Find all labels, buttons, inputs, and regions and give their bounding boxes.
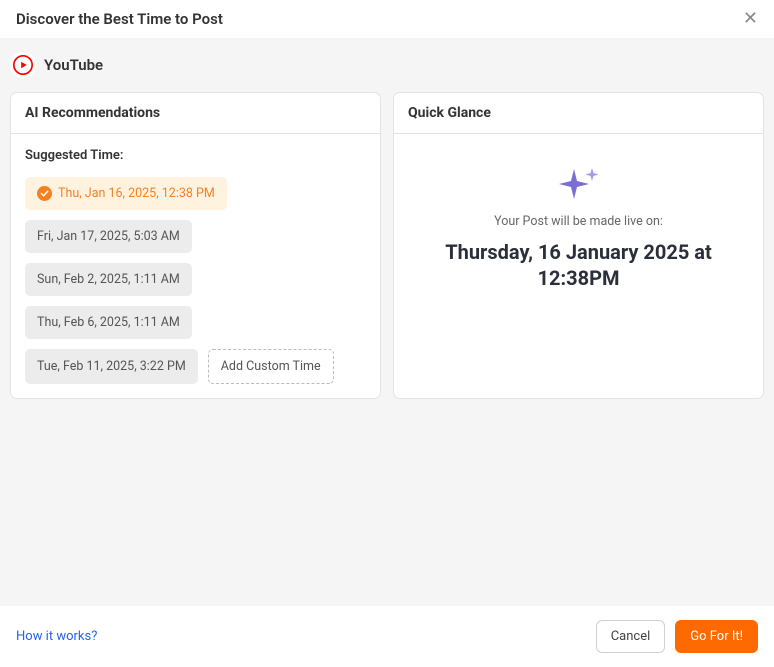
chip-label: Thu, Jan 16, 2025, 12:38 PM — [58, 186, 215, 201]
suggested-time-chip[interactable]: Thu, Feb 6, 2025, 1:11 AM — [25, 306, 192, 339]
check-icon — [37, 186, 52, 201]
suggested-time-chips: Thu, Jan 16, 2025, 12:38 PM Fri, Jan 17,… — [25, 177, 366, 384]
footer-actions: Cancel Go For It! — [596, 620, 758, 653]
sparkle-icon — [554, 164, 604, 204]
suggested-time-chip[interactable]: Fri, Jan 17, 2025, 5:03 AM — [25, 220, 192, 253]
platform-row: YouTube — [0, 38, 774, 92]
ai-recommendations-header: AI Recommendations — [11, 93, 380, 134]
scheduled-time-display: Thursday, 16 January 2025 at 12:38PM — [414, 239, 743, 291]
suggested-time-chip[interactable]: Sun, Feb 2, 2025, 1:11 AM — [25, 263, 192, 296]
chip-label: Thu, Feb 6, 2025, 1:11 AM — [37, 315, 180, 330]
go-for-it-button[interactable]: Go For It! — [675, 620, 758, 653]
add-custom-time-button[interactable]: Add Custom Time — [208, 349, 334, 384]
close-icon[interactable]: ✕ — [743, 10, 758, 28]
modal-footer: How it works? Cancel Go For It! — [0, 606, 774, 667]
suggested-time-chip[interactable]: Tue, Feb 11, 2025, 3:22 PM — [25, 349, 198, 384]
chip-label: Tue, Feb 11, 2025, 3:22 PM — [37, 359, 186, 374]
quick-glance-card: Quick Glance Your Post will be made live… — [393, 92, 764, 399]
modal-title: Discover the Best Time to Post — [16, 10, 223, 28]
suggested-time-chip[interactable]: Thu, Jan 16, 2025, 12:38 PM — [25, 177, 227, 210]
modal-header: Discover the Best Time to Post ✕ — [0, 0, 774, 38]
quick-glance-header: Quick Glance — [394, 93, 763, 134]
youtube-icon — [10, 52, 36, 78]
how-it-works-link[interactable]: How it works? — [16, 629, 97, 644]
ai-recommendations-title: AI Recommendations — [25, 105, 366, 121]
cancel-button[interactable]: Cancel — [596, 620, 666, 653]
platform-name: YouTube — [44, 56, 103, 74]
add-custom-time-label: Add Custom Time — [221, 359, 321, 374]
live-on-label: Your Post will be made live on: — [414, 214, 743, 229]
chip-label: Fri, Jan 17, 2025, 5:03 AM — [37, 229, 180, 244]
ai-recommendations-card: AI Recommendations Suggested Time: Thu, … — [10, 92, 381, 399]
chip-label: Sun, Feb 2, 2025, 1:11 AM — [37, 272, 180, 287]
suggested-time-label: Suggested Time: — [25, 148, 366, 163]
quick-glance-title: Quick Glance — [408, 105, 749, 121]
